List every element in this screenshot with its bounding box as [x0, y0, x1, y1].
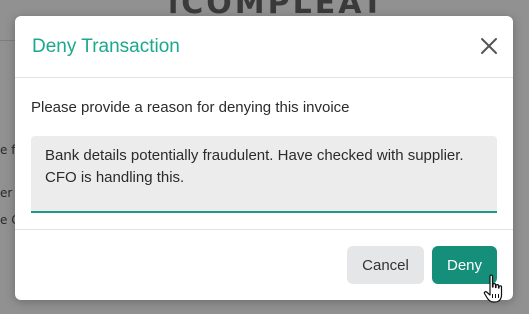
- dialog-footer: Cancel Deny: [15, 229, 513, 300]
- close-icon: [481, 38, 497, 54]
- close-button[interactable]: [479, 36, 499, 56]
- dialog-title: Deny Transaction: [32, 36, 180, 57]
- reason-textarea[interactable]: [31, 136, 497, 213]
- dialog-body: Please provide a reason for denying this…: [15, 79, 513, 229]
- cancel-button[interactable]: Cancel: [347, 246, 424, 284]
- background-text-fragment: er: [0, 186, 13, 200]
- dialog-header: Deny Transaction: [15, 16, 513, 78]
- reason-prompt: Please provide a reason for denying this…: [31, 99, 350, 116]
- hand-pointer-icon: [483, 274, 503, 303]
- deny-transaction-dialog: Deny Transaction Please provide a reason…: [15, 16, 513, 300]
